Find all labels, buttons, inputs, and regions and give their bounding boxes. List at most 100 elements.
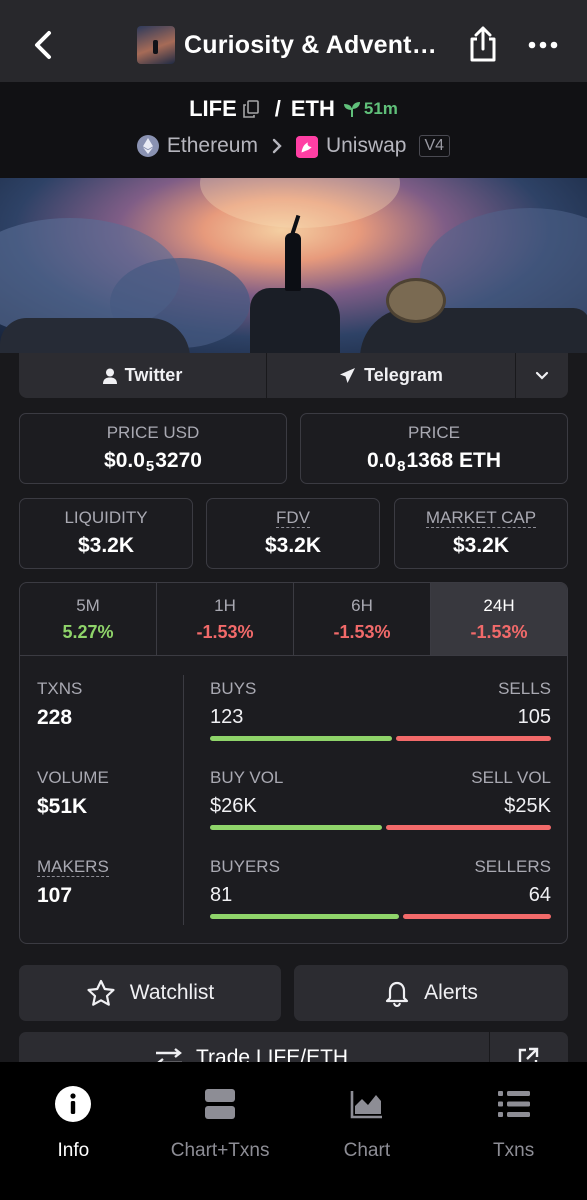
tab-6h[interactable]: 6H -1.53%: [294, 583, 431, 655]
buys-bar-fill: [210, 736, 392, 741]
buyers-sellers-cell: BUYERS SELLERS 81 64: [210, 857, 551, 919]
dex-version-badge: V4: [418, 135, 451, 157]
volume-row: VOLUME $51K BUY VOL SELL VOL $26K $25K: [20, 768, 567, 858]
telegram-button[interactable]: Telegram: [267, 353, 516, 398]
twitter-button[interactable]: Twitter: [19, 353, 267, 398]
makers-label: MAKERS: [37, 857, 109, 877]
chevron-right-icon: [272, 138, 282, 154]
uniswap-icon: [295, 135, 318, 158]
chevron-down-icon: [535, 371, 549, 380]
price-native-box: PRICE 0.081368 ETH: [300, 413, 568, 484]
token-image: [137, 26, 175, 64]
market-cap-value: $3.2K: [452, 534, 510, 557]
pair-name: LIFE / ETH 51m: [0, 96, 587, 122]
nav-info-label: Info: [57, 1140, 90, 1161]
price-usd-label: PRICE USD: [106, 423, 200, 442]
page-title: Curiosity & Advent…: [184, 30, 437, 59]
liquidity-value: $3.2K: [77, 534, 135, 557]
fdv-value: $3.2K: [264, 534, 322, 557]
price-usd-value: $0.053270: [104, 449, 202, 475]
nav-txns[interactable]: Txns: [440, 1062, 587, 1200]
watchlist-label: Watchlist: [129, 981, 215, 1004]
buyers-value: 81: [210, 884, 233, 906]
tab-5m-change: 5.27%: [62, 622, 114, 642]
ethereum-icon: [136, 135, 159, 157]
buys-sells-cell: BUYS SELLS 123 105: [210, 679, 551, 741]
tab-6h-label: 6H: [351, 596, 373, 615]
buys-value: 123: [210, 706, 244, 728]
makers-cell: MAKERS 107: [37, 857, 109, 908]
market-cap-box[interactable]: MARKET CAP $3.2K: [394, 498, 568, 569]
pair-separator: /: [274, 96, 281, 121]
makers-value: 107: [37, 884, 73, 907]
alerts-label: Alerts: [424, 981, 478, 1004]
sprout-icon: [343, 102, 360, 117]
sells-label: SELLS: [498, 679, 551, 698]
nav-chart[interactable]: Chart: [294, 1062, 441, 1200]
token-banner-image: [0, 178, 587, 353]
txns-value: 228: [37, 706, 73, 729]
sell-vol-value: $25K: [504, 795, 551, 817]
telegram-label: Telegram: [364, 365, 443, 385]
share-icon: [470, 26, 496, 62]
tab-1h-change: -1.53%: [196, 622, 254, 642]
sells-value: 105: [517, 706, 551, 728]
more-horizontal-icon: [528, 41, 558, 49]
nav-txns-label: Txns: [493, 1140, 535, 1161]
price-native-label: PRICE: [408, 423, 460, 442]
volume-bar: [210, 825, 551, 830]
nav-info[interactable]: Info: [0, 1062, 147, 1200]
send-icon: [340, 368, 356, 383]
bottom-navigation: Info Chart+Txns Chart Txns: [0, 1062, 587, 1200]
user-icon: [102, 368, 117, 384]
chevron-left-icon: [35, 31, 51, 59]
back-button[interactable]: [26, 26, 60, 64]
tab-5m-label: 5M: [76, 596, 100, 615]
buys-sells-bar: [210, 736, 551, 741]
market-cap-label: MARKET CAP: [425, 508, 537, 528]
sell-vol-bar-fill: [385, 825, 551, 830]
alerts-button[interactable]: Alerts: [294, 965, 568, 1021]
price-usd-box: PRICE USD $0.053270: [19, 413, 287, 484]
price-native-value: 0.081368 ETH: [366, 449, 502, 475]
sellers-value: 64: [528, 884, 551, 906]
makers-bar: [210, 914, 551, 919]
tab-6h-change: -1.53%: [333, 622, 391, 642]
sells-bar-fill: [395, 736, 551, 741]
star-icon: [87, 979, 115, 1006]
tab-1h[interactable]: 1H -1.53%: [157, 583, 294, 655]
copy-icon[interactable]: [242, 100, 259, 118]
dex-name[interactable]: Uniswap: [326, 134, 407, 158]
pair-header: LIFE / ETH 51m Ethereum Uniswap V4: [0, 82, 587, 178]
buyers-label: BUYERS: [210, 857, 280, 876]
liquidity-label: LIQUIDITY: [64, 508, 148, 527]
buyers-bar-fill: [210, 914, 399, 919]
watchlist-button[interactable]: Watchlist: [19, 965, 281, 1021]
txns-label: TXNS: [37, 679, 83, 698]
fdv-box[interactable]: FDV $3.2K: [206, 498, 380, 569]
area-chart-icon: [350, 1091, 382, 1119]
tab-24h[interactable]: 24H -1.53%: [431, 583, 567, 655]
more-links-button[interactable]: [516, 353, 568, 398]
base-symbol: LIFE: [189, 96, 237, 121]
chain-name[interactable]: Ethereum: [167, 134, 258, 158]
nav-chart-txns[interactable]: Chart+Txns: [147, 1062, 294, 1200]
timeframe-tabs: 5M 5.27% 1H -1.53% 6H -1.53% 24H -1.53%: [20, 583, 567, 656]
token-title-area: Curiosity & Advent…: [137, 25, 446, 65]
tab-24h-label: 24H: [483, 596, 515, 615]
banner-compass: [386, 278, 446, 323]
volume-value: $51K: [37, 795, 88, 818]
volume-cell: VOLUME $51K: [37, 768, 109, 819]
tab-24h-change: -1.53%: [470, 622, 528, 642]
more-button[interactable]: [527, 32, 561, 58]
sellers-bar-fill: [402, 914, 551, 919]
chain-dex-row: Ethereum Uniswap V4: [0, 134, 587, 158]
pair-age-badge: 51m: [343, 99, 398, 119]
sellers-label: SELLERS: [474, 857, 551, 876]
buys-label: BUYS: [210, 679, 257, 698]
share-button[interactable]: [468, 25, 502, 65]
tab-5m[interactable]: 5M 5.27%: [20, 583, 157, 655]
buy-vol-label: BUY VOL: [210, 768, 284, 787]
quote-symbol: ETH: [290, 96, 335, 121]
txns-cell: TXNS 228: [37, 679, 82, 730]
